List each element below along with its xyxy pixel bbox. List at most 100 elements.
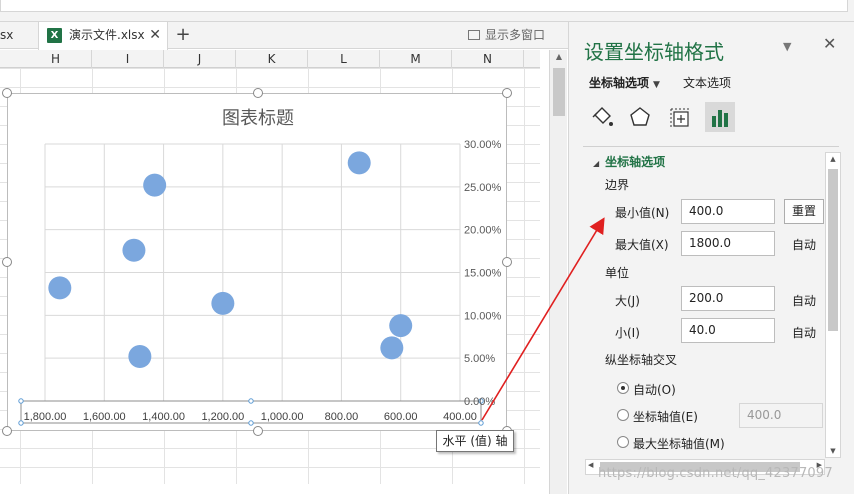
reset-button[interactable]: 重置 — [784, 199, 824, 224]
axis-selection-handle[interactable] — [18, 420, 24, 426]
x-tick-label: 600.00 — [384, 411, 418, 423]
x-tick-label: 1,000.00 — [261, 411, 304, 423]
axis-selection-handle[interactable] — [248, 398, 254, 404]
radio-auto-label[interactable]: 自动(O) — [633, 381, 676, 398]
watermark: https://blog.csdn.net/qq_42377097 — [598, 466, 833, 481]
resize-handle[interactable] — [2, 257, 12, 267]
auto-label: 自动 — [792, 294, 817, 308]
scroll-up-icon[interactable]: ▲ — [550, 52, 568, 61]
effects-icon[interactable] — [625, 102, 655, 132]
section-title: 坐标轴选项 — [605, 155, 666, 169]
radio-max-axis-value-label[interactable]: 最大坐标轴值(M) — [633, 435, 725, 452]
axis-value-input[interactable]: 400.0 — [739, 403, 823, 428]
pane-title: 设置坐标轴格式 — [584, 40, 724, 64]
chevron-down-icon[interactable]: ▼ — [653, 80, 660, 90]
radio-axis-value[interactable] — [617, 409, 629, 421]
scatter-point[interactable] — [143, 173, 167, 197]
close-pane-icon[interactable]: ✕ — [823, 34, 836, 53]
format-axis-pane: 设置坐标轴格式 ▼ ✕ 坐标轴选项 ▼ 文本选项 ◢ 坐标轴选项 边界 最小值(N)… — [568, 22, 854, 494]
column-header[interactable]: M — [380, 50, 452, 68]
collapse-triangle-icon[interactable]: ◢ — [593, 159, 599, 168]
x-tick-label: 1,800.00 — [24, 411, 67, 423]
y-tick-label: 10.00% — [464, 310, 502, 322]
scroll-thumb[interactable] — [828, 169, 838, 331]
auto-label: 自动 — [792, 238, 817, 252]
tab-axis-options-label: 坐标轴选项 — [589, 76, 650, 90]
scatter-point[interactable] — [211, 291, 235, 315]
scroll-down-icon[interactable]: ▼ — [826, 447, 840, 455]
axis-options-chart-icon[interactable] — [705, 102, 735, 132]
scroll-up-icon[interactable]: ▲ — [826, 155, 840, 163]
units-label: 单位 — [605, 266, 630, 280]
tab-active-workbook[interactable]: X 演示文件.xlsx ✕ — [38, 22, 168, 50]
axis-selection-handle[interactable] — [248, 420, 254, 426]
pane-vertical-scrollbar[interactable]: ▲ ▼ — [825, 152, 841, 458]
pane-options-dropdown-icon[interactable]: ▼ — [783, 40, 791, 53]
tab-axis-options[interactable]: 坐标轴选项 ▼ — [589, 76, 660, 90]
bounds-label: 边界 — [605, 178, 630, 192]
resize-handle[interactable] — [502, 88, 512, 98]
scatter-point[interactable] — [128, 344, 152, 368]
section-axis-options[interactable]: ◢ 坐标轴选项 — [593, 153, 665, 170]
resize-handle[interactable] — [253, 426, 263, 436]
x-tick-label: 400.00 — [443, 411, 477, 423]
size-properties-icon[interactable] — [665, 102, 695, 132]
y-tick-label: 15.00% — [464, 268, 502, 280]
scroll-thumb[interactable] — [553, 68, 565, 116]
multi-window-label: 显示多窗口 — [485, 28, 546, 42]
resize-handle[interactable] — [502, 257, 512, 267]
axis-tooltip: 水平 (值) 轴 — [436, 430, 514, 452]
excel-window: sx X 演示文件.xlsx ✕ + 显示多窗口 H I J K L M N ▲… — [0, 0, 854, 494]
fill-line-icon[interactable] — [587, 102, 617, 132]
tab-text-options[interactable]: 文本选项 — [683, 74, 743, 91]
show-multi-window-button[interactable]: 显示多窗口 — [468, 22, 545, 49]
radio-max-axis-value[interactable] — [617, 436, 629, 448]
column-header[interactable]: I — [92, 50, 164, 68]
chart-plot-area[interactable]: 30.00% 25.00% 20.00% 15.00% 10.00% 5.00% 0.00%… — [8, 94, 508, 432]
max-label: 最大值(X) — [615, 238, 669, 252]
pane-icon-row — [587, 102, 847, 132]
resize-handle[interactable] — [2, 426, 12, 436]
windows-icon — [468, 30, 480, 40]
scatter-point[interactable] — [380, 336, 404, 360]
scatter-point[interactable] — [122, 238, 146, 262]
axis-selection-handle[interactable] — [478, 420, 484, 426]
scatter-point[interactable] — [389, 314, 413, 338]
close-tab-icon[interactable]: ✕ — [149, 22, 161, 49]
column-header[interactable]: K — [236, 50, 308, 68]
y-tick-label: 0.00% — [464, 396, 495, 408]
minor-label: 小(I) — [615, 326, 640, 340]
resize-handle[interactable] — [253, 88, 263, 98]
scroll-left-icon[interactable]: ◀ — [588, 461, 593, 469]
column-header[interactable]: J — [164, 50, 236, 68]
min-bound-input[interactable]: 400.0 — [681, 199, 775, 224]
column-header[interactable]: N — [452, 50, 524, 68]
pane-tabs: 坐标轴选项 ▼ 文本选项 — [589, 74, 731, 91]
x-tick-label: 1,600.00 — [83, 411, 126, 423]
y-tick-label: 30.00% — [464, 139, 502, 151]
max-bound-input[interactable]: 1800.0 — [681, 231, 775, 256]
new-tab-button[interactable]: + — [172, 22, 194, 49]
formula-bar-area — [0, 0, 854, 22]
tab-previous-workbook[interactable]: sx — [0, 22, 36, 49]
major-label: 大(J) — [615, 294, 640, 308]
formula-bar[interactable] — [0, 0, 848, 12]
vertical-axis-crosses-label: 纵坐标轴交叉 — [605, 353, 678, 367]
major-unit-input[interactable]: 200.0 — [681, 286, 775, 311]
radio-axis-value-label[interactable]: 坐标轴值(E) — [633, 408, 698, 425]
sheet-vertical-scrollbar[interactable]: ▲ — [549, 50, 567, 494]
column-header[interactable]: H — [20, 50, 92, 68]
x-tick-label: 800.00 — [325, 411, 359, 423]
axis-selection-handle[interactable] — [18, 398, 24, 404]
min-label: 最小值(N) — [615, 206, 670, 220]
radio-auto[interactable] — [617, 382, 629, 394]
scatter-point[interactable] — [347, 151, 371, 175]
scatter-chart[interactable]: 图表标题 30.00% 25.00% 20.00% 15.00% 10.00% 5.00%… — [7, 93, 507, 431]
scatter-point[interactable] — [48, 276, 72, 300]
column-header-row: H I J K L M N — [0, 50, 540, 68]
column-header[interactable]: L — [308, 50, 380, 68]
minor-unit-input[interactable]: 40.0 — [681, 318, 775, 343]
resize-handle[interactable] — [2, 88, 12, 98]
y-tick-label: 20.00% — [464, 225, 502, 237]
excel-file-icon: X — [47, 28, 62, 43]
